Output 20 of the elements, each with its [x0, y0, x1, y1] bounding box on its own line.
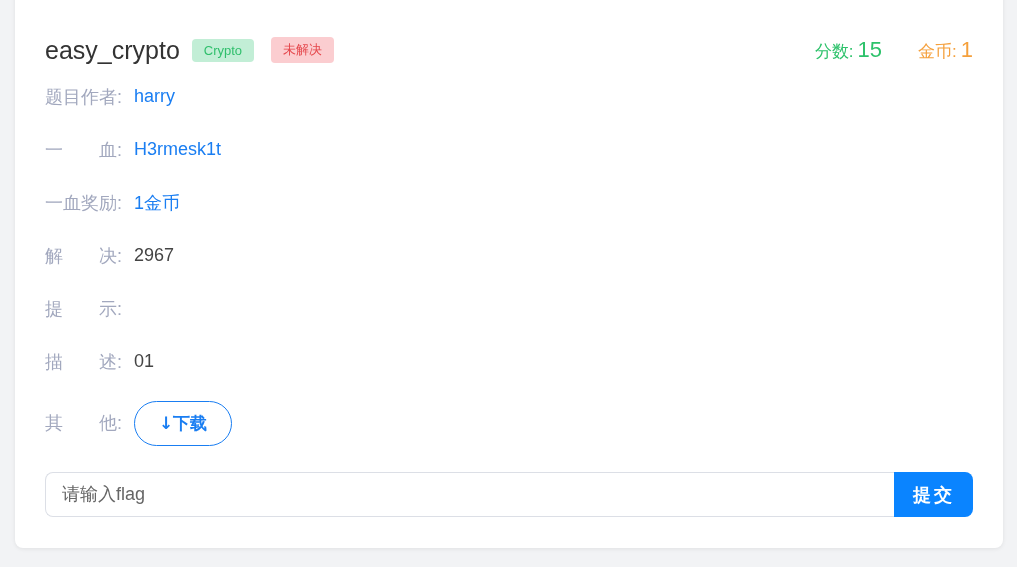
field-link[interactable]: H3rmesk1t	[134, 139, 222, 160]
score-value: 分数: 15	[814, 37, 882, 63]
field-label: 题目作者:	[45, 85, 122, 109]
field-value: 01	[134, 351, 155, 372]
challenge-title: easy_crypto	[45, 35, 180, 65]
field-label: 描 述:	[45, 350, 122, 374]
status-tag: 未解决	[271, 37, 335, 63]
field-label: 解 决:	[45, 244, 122, 268]
field-label: 一 血:	[45, 138, 122, 162]
coins-value: 金币: 1	[918, 37, 973, 63]
field-label: 提 示:	[45, 297, 122, 321]
download-button[interactable]: ↓下载	[134, 400, 233, 446]
field-label: 一血奖励:	[45, 191, 122, 215]
field-link[interactable]: harry	[134, 86, 176, 107]
field-value: 2967	[134, 245, 175, 266]
field-link[interactable]: 1金币	[134, 190, 181, 215]
flag-input[interactable]: 请输入flag	[45, 472, 894, 517]
category-tag: Crypto	[191, 38, 255, 62]
submit-button[interactable]: 提交	[894, 472, 973, 517]
field-label: 其 他:	[45, 412, 122, 435]
